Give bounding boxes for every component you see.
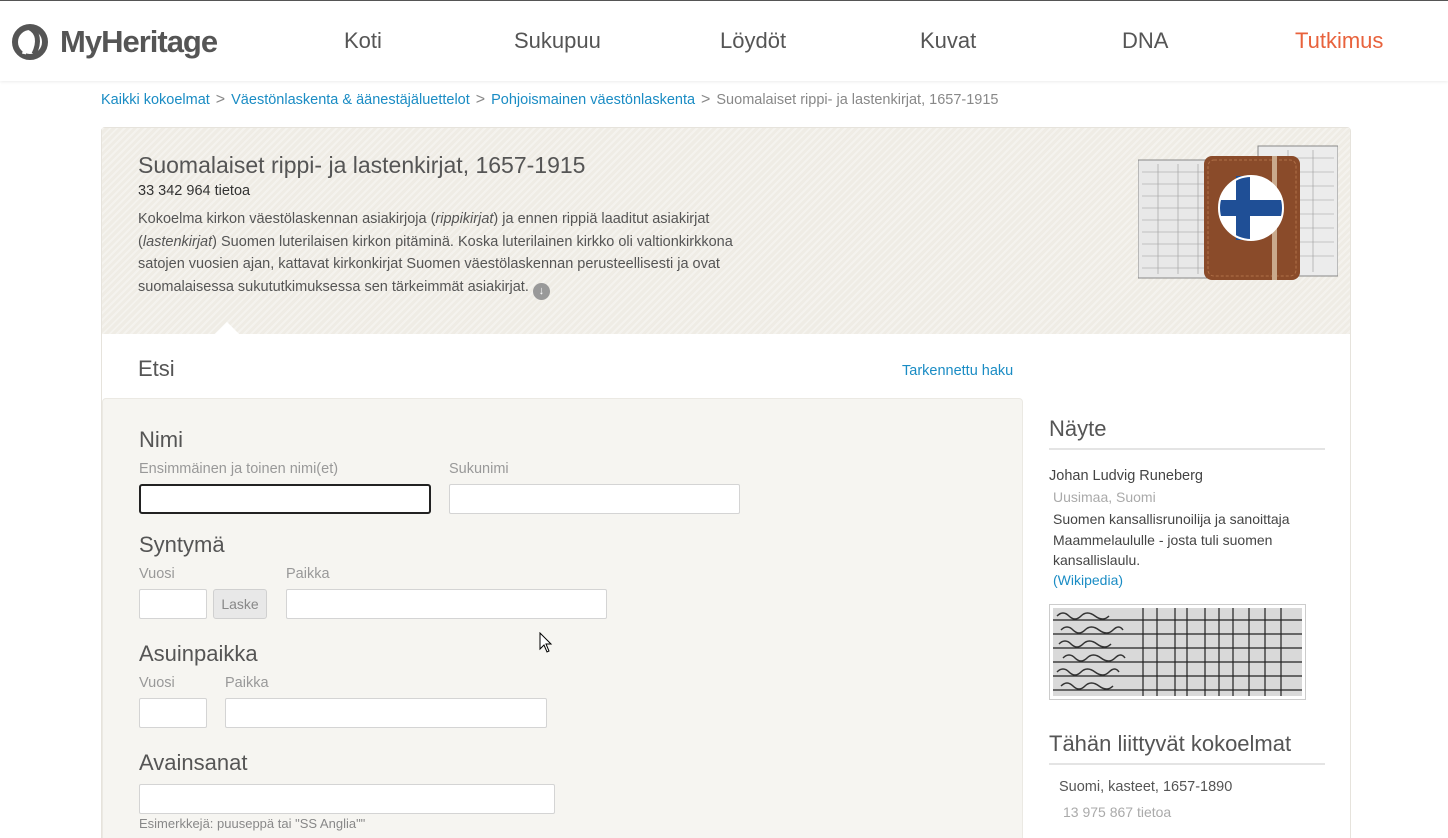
collection-title: Suomalaiset rippi- ja lastenkirjat, 1657… (138, 152, 586, 178)
calculate-button[interactable]: Laske (213, 589, 267, 619)
sample-section-title: Näyte (1049, 416, 1107, 441)
birth-year-input[interactable] (139, 589, 207, 619)
keywords-hint: Esimerkkejä: puuseppä tai "SS Anglia"" (139, 816, 366, 831)
residence-place-input[interactable] (225, 698, 547, 728)
nav-item-discoveries[interactable]: Löydöt (720, 28, 786, 54)
collection-book-image (1138, 145, 1338, 280)
keywords-input[interactable] (139, 784, 555, 814)
sample-record-image[interactable] (1049, 604, 1306, 700)
last-name-label: Sukunimi (449, 461, 509, 477)
collection-record-count: 33 342 964 tietoa (138, 183, 251, 199)
first-name-input[interactable] (139, 484, 431, 514)
residence-group-title: Asuinpaikka (139, 641, 258, 666)
breadcrumb-link-all-collections[interactable]: Kaikki kokoelmat (101, 92, 210, 108)
collection-banner: Suomalaiset rippi- ja lastenkirjat, 1657… (102, 128, 1350, 334)
advanced-search-link[interactable]: Tarkennettu haku (902, 363, 1013, 379)
search-heading: Etsi (138, 356, 175, 381)
name-group-title: Nimi (139, 427, 183, 452)
collection-description: Kokoelma kirkon väestölaskennan asiakirj… (138, 208, 778, 300)
residence-year-input[interactable] (139, 698, 207, 728)
birth-place-label: Paikka (286, 566, 330, 582)
myheritage-logo-icon (12, 24, 48, 60)
sample-person-name: Johan Ludvig Runeberg (1049, 468, 1203, 484)
related-collection-count: 13 975 867 tietoa (1063, 804, 1172, 820)
birth-group-title: Syntymä (139, 532, 225, 557)
nav-item-photos[interactable]: Kuvat (920, 28, 976, 54)
residence-year-label: Vuosi (139, 675, 175, 691)
breadcrumb-separator: > (215, 91, 226, 108)
breadcrumb-current: Suomalaiset rippi- ja lastenkirjat, 1657… (716, 92, 999, 108)
record-scan-image (1053, 608, 1302, 696)
logo-text: MyHeritage (60, 24, 218, 59)
related-collection-link[interactable]: Suomi, kasteet, 1657-1890 (1059, 779, 1232, 795)
divider (1049, 448, 1325, 450)
collection-panel: Suomalaiset rippi- ja lastenkirjat, 1657… (101, 127, 1351, 838)
divider (1049, 763, 1325, 765)
nav-item-dna[interactable]: DNA (1122, 28, 1168, 54)
breadcrumb-link-census[interactable]: Väestönlaskenta & äänestäjäluettelot (231, 92, 470, 108)
birth-place-input[interactable] (286, 589, 607, 619)
breadcrumb: Kaikki kokoelmat > Väestönlaskenta & äänes… (101, 91, 999, 109)
nav-item-research[interactable]: Tutkimus (1295, 28, 1383, 54)
wikipedia-link[interactable]: (Wikipedia) (1053, 572, 1123, 588)
breadcrumb-separator: > (701, 91, 711, 108)
breadcrumb-separator: > (475, 91, 486, 108)
first-name-label: Ensimmäinen ja toinen nimi(et) (139, 461, 339, 477)
sample-person-description: Suomen kansallisrunoilija ja sanoittaja … (1053, 511, 1290, 569)
search-form: Nimi Ensimmäinen ja toinen nimi(et) Suku… (102, 398, 1023, 838)
keywords-group-title: Avainsanat (139, 750, 248, 775)
mouse-cursor-icon (539, 632, 553, 653)
related-collections-title: Tähän liittyvät kokoelmat (1049, 731, 1292, 756)
residence-place-label: Paikka (225, 675, 269, 691)
nav-item-home[interactable]: Koti (344, 28, 382, 54)
sample-person-place: Uusimaa, Suomi (1053, 489, 1156, 505)
nav-item-family-tree[interactable]: Sukupuu (514, 28, 601, 54)
arrow-down-circle-icon[interactable]: ↓ (532, 282, 550, 300)
last-name-input[interactable] (449, 484, 740, 514)
birth-year-label: Vuosi (139, 566, 175, 582)
top-navigation-bar: MyHeritage Koti Sukupuu Löydöt Kuvat DNA… (0, 0, 1448, 81)
myheritage-logo[interactable]: MyHeritage (12, 23, 218, 61)
breadcrumb-link-nordic-census[interactable]: Pohjoismainen väestönlaskenta (491, 92, 695, 108)
